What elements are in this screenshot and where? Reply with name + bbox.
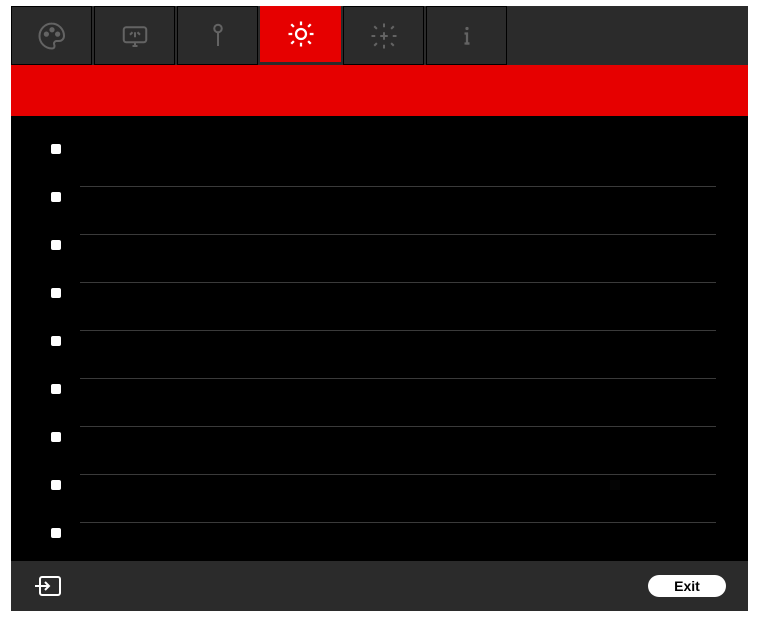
exit-button-label: Exit xyxy=(674,578,700,594)
tab-color[interactable] xyxy=(11,6,92,65)
list-item[interactable] xyxy=(11,332,748,380)
list-item[interactable] xyxy=(11,380,748,428)
list-item[interactable] xyxy=(11,428,748,476)
divider xyxy=(80,186,716,187)
list-item[interactable] xyxy=(11,188,748,236)
wrench-icon xyxy=(203,21,233,51)
bullet-icon xyxy=(51,384,61,394)
divider xyxy=(80,330,716,331)
info-icon xyxy=(452,21,482,51)
tab-extra[interactable] xyxy=(343,6,424,65)
tab-settings[interactable] xyxy=(260,6,341,62)
divider xyxy=(80,378,716,379)
gear-icon xyxy=(286,19,316,49)
tab-display[interactable] xyxy=(94,6,175,65)
palette-icon xyxy=(37,21,67,51)
exit-button[interactable]: Exit xyxy=(648,575,726,597)
list-item[interactable] xyxy=(11,524,748,572)
display-icon xyxy=(120,21,150,51)
tab-audio-key[interactable] xyxy=(177,6,258,65)
divider xyxy=(80,234,716,235)
tab-info[interactable] xyxy=(426,6,507,65)
list-item[interactable] xyxy=(11,236,748,284)
divider xyxy=(80,426,716,427)
bullet-icon xyxy=(51,336,61,346)
list-item[interactable] xyxy=(11,140,748,188)
bullet-icon xyxy=(51,528,61,538)
list-item[interactable] xyxy=(11,476,748,524)
gear-plus-icon xyxy=(369,21,399,51)
header-bar xyxy=(11,65,748,116)
input-source-button[interactable] xyxy=(33,574,63,598)
value-marker xyxy=(610,480,620,490)
settings-list xyxy=(11,116,748,560)
list-item[interactable] xyxy=(11,284,748,332)
divider xyxy=(80,282,716,283)
bullet-icon xyxy=(51,432,61,442)
bullet-icon xyxy=(51,288,61,298)
divider xyxy=(80,522,716,523)
tab-strip xyxy=(11,6,748,65)
divider xyxy=(80,474,716,475)
bullet-icon xyxy=(51,480,61,490)
osd-panel: Exit xyxy=(11,6,748,611)
bullet-icon xyxy=(51,192,61,202)
bullet-icon xyxy=(51,240,61,250)
bullet-icon xyxy=(51,144,61,154)
